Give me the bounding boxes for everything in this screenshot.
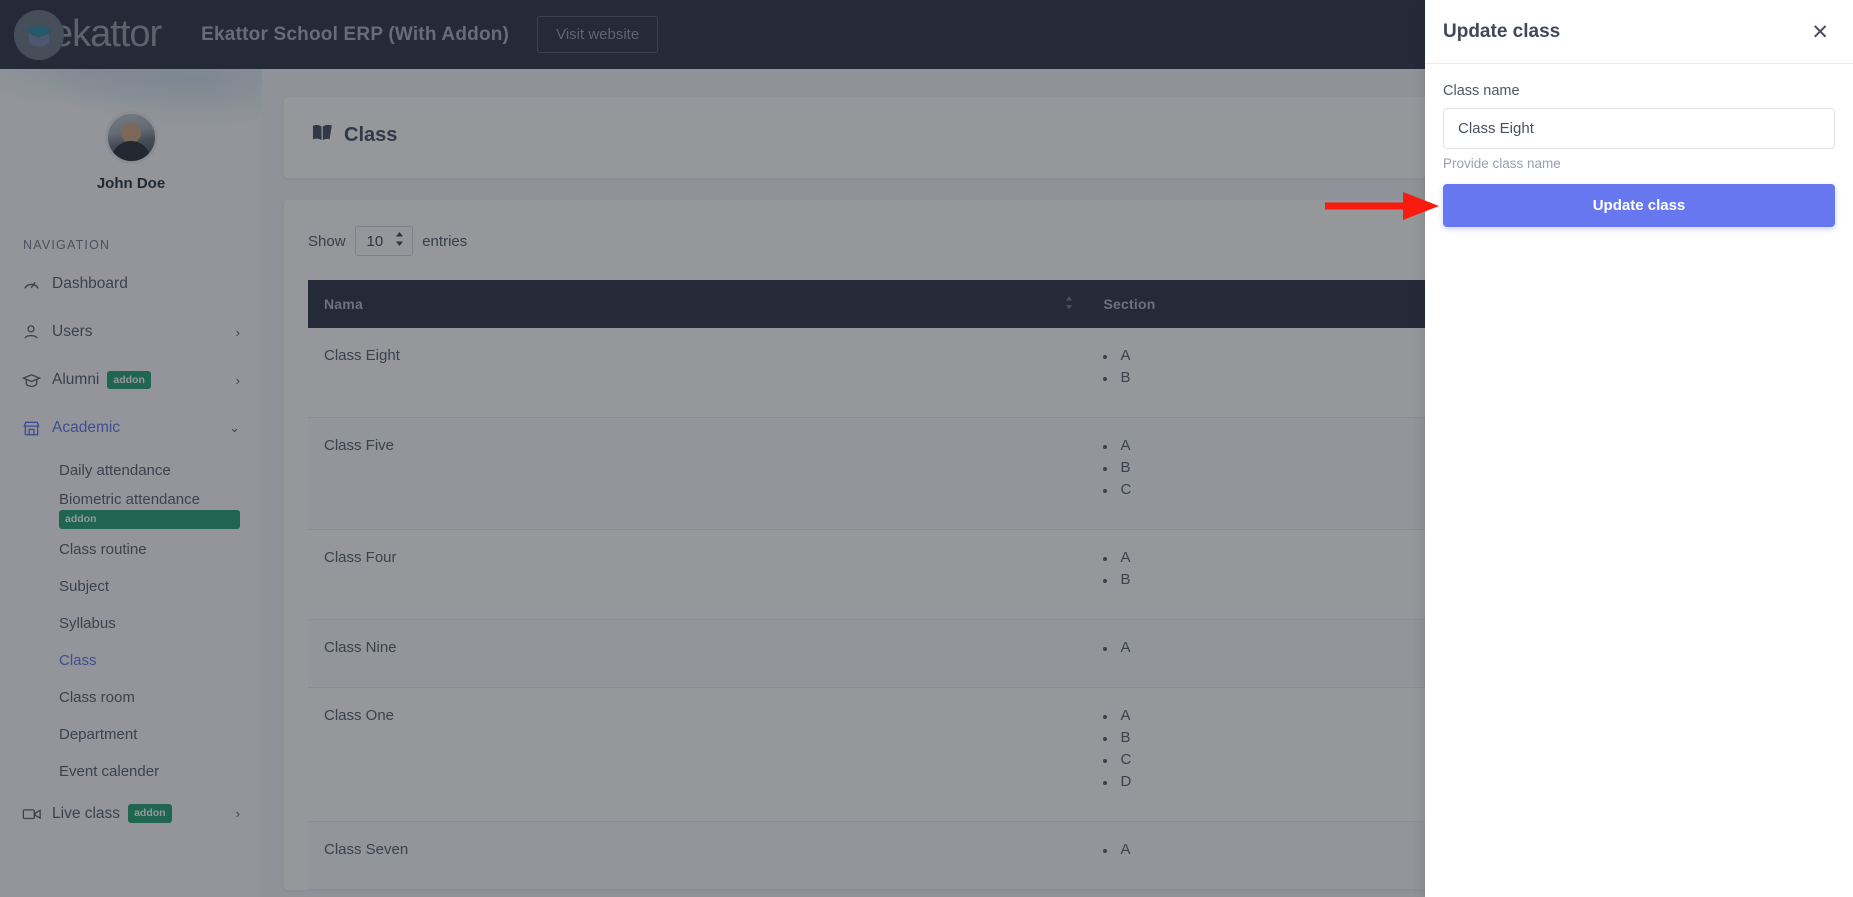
class-name-input[interactable] (1443, 108, 1835, 149)
panel-title: Update class (1443, 21, 1560, 43)
class-name-help-text: Provide class name (1443, 156, 1835, 171)
modal-backdrop[interactable] (0, 0, 1425, 897)
annotation-arrow-icon (1325, 189, 1440, 228)
update-class-submit-button[interactable]: Update class (1443, 184, 1835, 227)
app-root: ekattor Ekattor School ERP (With Addon) … (0, 0, 1853, 897)
update-class-panel: Update class ✕ Class name Provide class … (1425, 0, 1853, 897)
class-name-label: Class name (1443, 83, 1835, 99)
panel-header: Update class ✕ (1425, 0, 1853, 64)
panel-body: Class name Provide class name Update cla… (1425, 64, 1853, 227)
close-icon[interactable]: ✕ (1811, 22, 1829, 43)
